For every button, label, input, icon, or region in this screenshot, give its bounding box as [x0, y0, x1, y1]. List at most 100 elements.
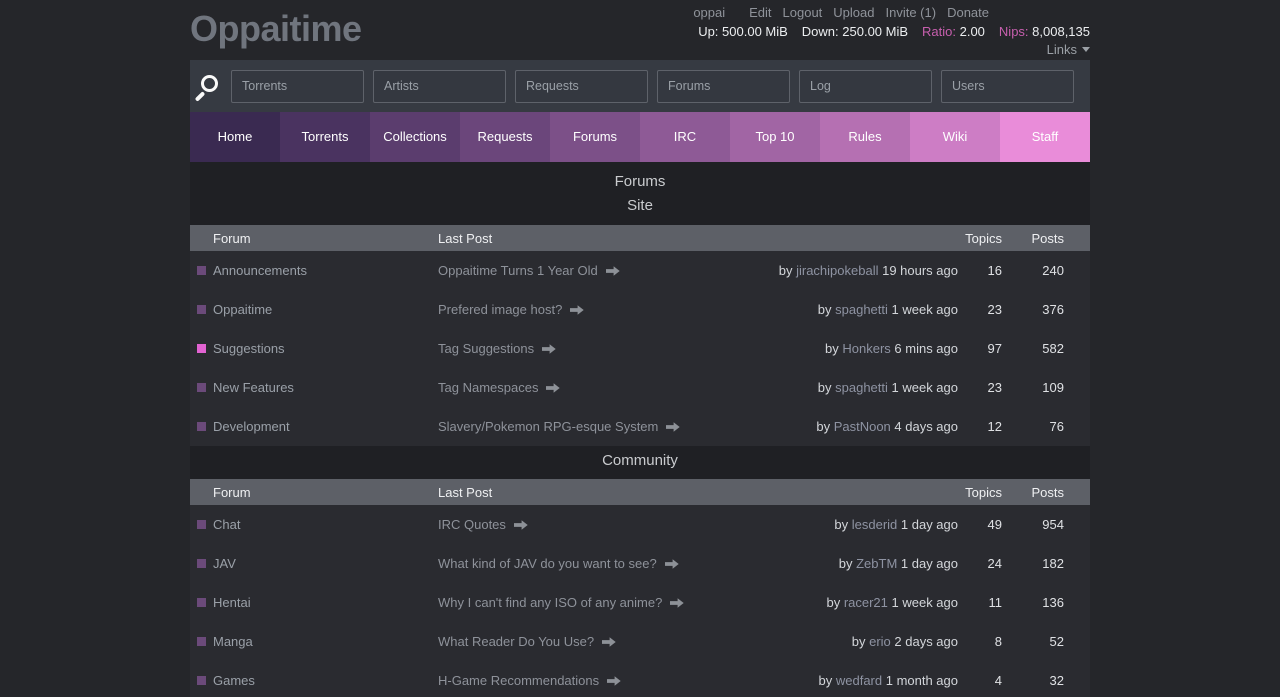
jump-to-post-arrow-icon[interactable]: [666, 422, 680, 432]
topics-count: 12: [958, 419, 1002, 434]
nav-item-top-10[interactable]: Top 10: [730, 112, 820, 162]
nav-item-rules[interactable]: Rules: [820, 112, 910, 162]
forum-section-site: SiteForumLast PostTopicsPostsAnnouncemen…: [190, 194, 1090, 446]
last-post-topic-link[interactable]: What Reader Do You Use?: [438, 634, 594, 649]
search-input-requests[interactable]: [515, 70, 648, 103]
forum-name-link[interactable]: Manga: [213, 634, 253, 649]
last-post-topic-link[interactable]: Tag Namespaces: [438, 380, 538, 395]
last-post-byline: by Honkers 6 mins ago: [825, 341, 958, 356]
nav-item-home[interactable]: Home: [190, 112, 280, 162]
table-header-row: ForumLast PostTopicsPosts: [190, 479, 1090, 505]
topic-wrap: Prefered image host?: [438, 302, 584, 317]
column-header-forum: Forum: [190, 231, 438, 246]
nav-item-torrents[interactable]: Torrents: [280, 112, 370, 162]
jump-to-post-arrow-icon[interactable]: [665, 559, 679, 569]
forum-section-community: CommunityForumLast PostTopicsPostsChatIR…: [190, 446, 1090, 697]
posts-count: 240: [1002, 263, 1064, 278]
last-post-cell: Prefered image host?by spaghetti 1 week …: [438, 302, 958, 317]
last-post-user-link[interactable]: ZebTM: [856, 556, 897, 571]
forum-cell: New Features: [190, 380, 438, 395]
nav-item-staff[interactable]: Staff: [1000, 112, 1090, 162]
forum-name-link[interactable]: Oppaitime: [213, 302, 272, 317]
nav-item-forums[interactable]: Forums: [550, 112, 640, 162]
last-post-topic-link[interactable]: Oppaitime Turns 1 Year Old: [438, 263, 598, 278]
jump-to-post-arrow-icon[interactable]: [542, 344, 556, 354]
topic-wrap: Why I can't find any ISO of any anime?: [438, 595, 684, 610]
stat-value: 250.00 MiB: [842, 24, 908, 39]
search-input-forums[interactable]: [657, 70, 790, 103]
topic-wrap: Oppaitime Turns 1 Year Old: [438, 263, 620, 278]
jump-to-post-arrow-icon[interactable]: [670, 598, 684, 608]
jump-to-post-arrow-icon[interactable]: [606, 266, 620, 276]
site-logo[interactable]: Oppaitime: [190, 0, 362, 58]
unread-indicator-icon: [197, 344, 206, 353]
jump-to-post-arrow-icon[interactable]: [570, 305, 584, 315]
forum-name-link[interactable]: Suggestions: [213, 341, 285, 356]
forum-name-link[interactable]: JAV: [213, 556, 236, 571]
last-post-user-link[interactable]: PastNoon: [834, 419, 891, 434]
user-menu-link-logout[interactable]: Logout: [783, 5, 823, 20]
nav-item-collections[interactable]: Collections: [370, 112, 460, 162]
last-post-user-link[interactable]: spaghetti: [835, 380, 888, 395]
last-post-topic-link[interactable]: IRC Quotes: [438, 517, 506, 532]
last-post-topic-link[interactable]: Prefered image host?: [438, 302, 562, 317]
last-post-cell: IRC Quotesby lesderid 1 day ago: [438, 517, 958, 532]
forum-cell: Suggestions: [190, 341, 438, 356]
last-post-byline: by PastNoon 4 days ago: [816, 419, 958, 434]
jump-to-post-arrow-icon[interactable]: [546, 383, 560, 393]
last-post-topic-link[interactable]: Tag Suggestions: [438, 341, 534, 356]
username-link[interactable]: oppai: [693, 5, 725, 20]
nav-item-irc[interactable]: IRC: [640, 112, 730, 162]
last-post-user-link[interactable]: racer21: [844, 595, 888, 610]
forum-cell: Games: [190, 673, 438, 688]
stat-label: Up:: [698, 24, 722, 39]
nav-item-wiki[interactable]: Wiki: [910, 112, 1000, 162]
column-header-topics: Topics: [958, 485, 1002, 500]
search-input-log[interactable]: [799, 70, 932, 103]
forum-name-link[interactable]: Games: [213, 673, 255, 688]
column-header-forum: Forum: [190, 485, 438, 500]
user-menu-link-edit[interactable]: Edit: [749, 5, 771, 20]
forum-cell: Oppaitime: [190, 302, 438, 317]
user-menu-link-donate[interactable]: Donate: [947, 5, 989, 20]
user-menu-link-invite-1-[interactable]: Invite (1): [886, 5, 937, 20]
user-links: oppai Edit Logout Upload Invite (1) Donate: [693, 4, 1090, 22]
posts-count: 32: [1002, 673, 1064, 688]
last-post-user-link[interactable]: jirachipokeball: [796, 263, 878, 278]
last-post-topic-link[interactable]: H-Game Recommendations: [438, 673, 599, 688]
stat-value: 2.00: [960, 24, 985, 39]
topic-wrap: What Reader Do You Use?: [438, 634, 616, 649]
last-post-topic-link[interactable]: Why I can't find any ISO of any anime?: [438, 595, 662, 610]
user-menu-link-upload[interactable]: Upload: [833, 5, 874, 20]
forum-name-link[interactable]: Hentai: [213, 595, 251, 610]
last-post-topic-link[interactable]: What kind of JAV do you want to see?: [438, 556, 657, 571]
jump-to-post-arrow-icon[interactable]: [514, 520, 528, 530]
search-input-users[interactable]: [941, 70, 1074, 103]
forum-name-link[interactable]: New Features: [213, 380, 294, 395]
last-post-user-link[interactable]: Honkers: [842, 341, 890, 356]
links-dropdown[interactable]: Links: [1047, 42, 1090, 58]
last-post-user-link[interactable]: spaghetti: [835, 302, 888, 317]
jump-to-post-arrow-icon[interactable]: [607, 676, 621, 686]
forum-name-link[interactable]: Chat: [213, 517, 240, 532]
forum-name-link[interactable]: Announcements: [213, 263, 307, 278]
search-input-artists[interactable]: [373, 70, 506, 103]
topic-wrap: Tag Namespaces: [438, 380, 560, 395]
last-post-cell: Tag Suggestions by Honkers 6 mins ago: [438, 341, 958, 356]
last-post-user-link[interactable]: erio: [869, 634, 891, 649]
last-post-user-link[interactable]: wedfard: [836, 673, 882, 688]
last-post-topic-link[interactable]: Slavery/Pokemon RPG-esque System: [438, 419, 658, 434]
column-header-posts: Posts: [1002, 485, 1064, 500]
forum-cell: Hentai: [190, 595, 438, 610]
nav-item-requests[interactable]: Requests: [460, 112, 550, 162]
last-post-user-link[interactable]: lesderid: [852, 517, 898, 532]
jump-to-post-arrow-icon[interactable]: [602, 637, 616, 647]
topic-wrap: H-Game Recommendations: [438, 673, 621, 688]
forum-row: Hentai Why I can't find any ISO of any an…: [190, 583, 1090, 622]
byline-by-label: by: [834, 517, 851, 532]
last-post-byline: by racer21 1 week ago: [826, 595, 958, 610]
search-input-torrents[interactable]: [231, 70, 364, 103]
user-stats: Up: 500.00 MiBDown: 250.00 MiBRatio: 2.0…: [693, 22, 1090, 41]
forum-name-link[interactable]: Development: [213, 419, 290, 434]
chevron-down-icon: [1082, 47, 1090, 52]
